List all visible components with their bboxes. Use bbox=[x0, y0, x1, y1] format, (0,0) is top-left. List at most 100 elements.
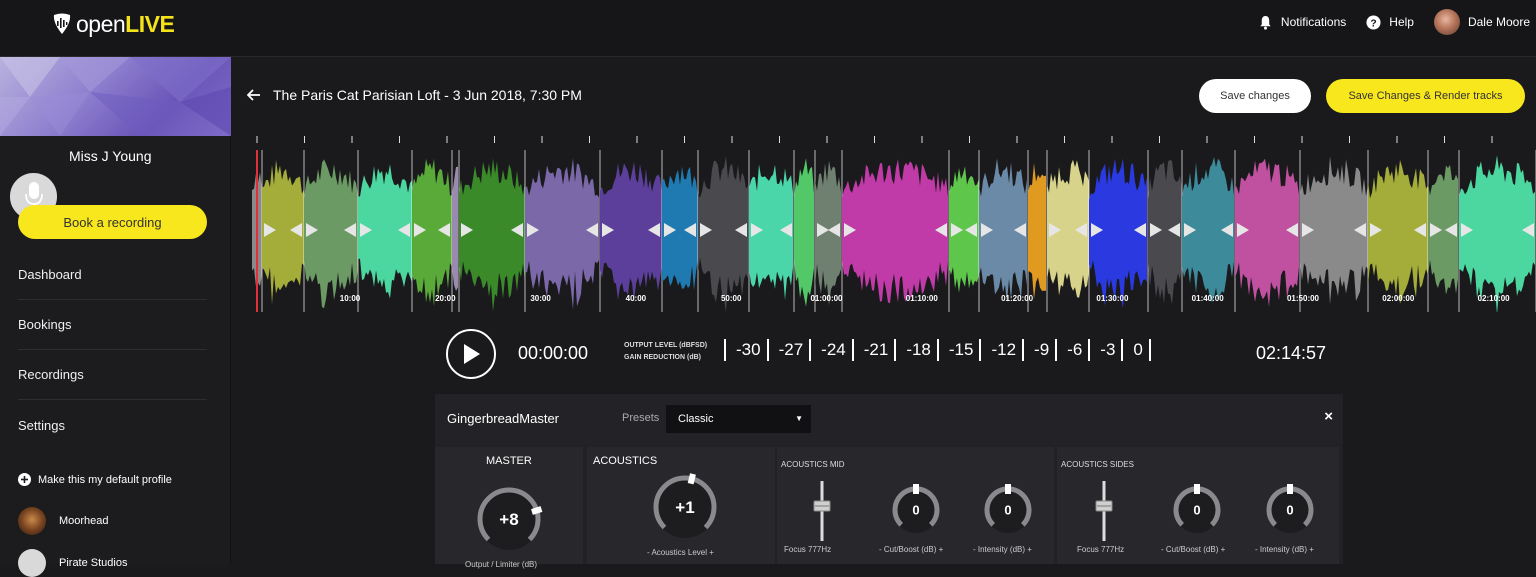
track-segment[interactable] bbox=[459, 158, 525, 312]
track-segment[interactable] bbox=[842, 159, 948, 304]
top-bar: openLIVE Notifications ? Help Dale Moore bbox=[0, 0, 1536, 57]
track-segment[interactable] bbox=[1047, 159, 1089, 298]
track-segment[interactable] bbox=[749, 164, 793, 301]
track-segment[interactable] bbox=[662, 166, 698, 291]
logo-pick-icon bbox=[53, 13, 71, 34]
gain-reduction-label: GAIN REDUCTION (dB) bbox=[624, 354, 701, 361]
acoustics-sides-intensity-knob[interactable]: 0 bbox=[1262, 482, 1318, 538]
presets-select[interactable]: Classic ▼ bbox=[666, 405, 811, 433]
save-render-button[interactable]: Save Changes & Render tracks bbox=[1326, 79, 1525, 113]
track-segment[interactable] bbox=[1089, 158, 1147, 309]
knob-indicator bbox=[913, 484, 919, 494]
acoustics-sides-focus-slider[interactable] bbox=[1093, 479, 1115, 543]
profile-banner bbox=[0, 57, 231, 136]
notifications-link[interactable]: Notifications bbox=[1258, 15, 1346, 30]
meter-labels: OUTPUT LEVEL (dBFSD) GAIN REDUCTION (dB) bbox=[624, 340, 707, 364]
master-caption: Output / Limiter (dB) bbox=[465, 560, 538, 569]
save-changes-button[interactable]: Save changes bbox=[1199, 79, 1311, 113]
track-segment[interactable] bbox=[1368, 160, 1428, 304]
profile-name: Miss J Young bbox=[69, 148, 152, 164]
sidebar: Miss J Young Book a recording Dashboard … bbox=[0, 57, 231, 577]
profile-switch-pirate-studios[interactable]: Pirate Studios bbox=[18, 549, 127, 577]
timeline-label: 01:40:00 bbox=[1192, 294, 1225, 303]
track-segment[interactable] bbox=[1028, 163, 1046, 300]
user-menu[interactable]: Dale Moore bbox=[1433, 9, 1530, 35]
plugin-panel: GingerbreadMaster Presets Classic ▼ × MA… bbox=[435, 394, 1343, 569]
acoustics-sides-focus-caption: Focus 777Hz bbox=[1077, 545, 1125, 554]
default-profile-link[interactable]: Make this my default profile bbox=[18, 473, 172, 486]
meter-tick: -3 bbox=[1096, 339, 1124, 361]
track-segment[interactable] bbox=[304, 159, 358, 309]
master-output-knob[interactable]: +8 bbox=[473, 483, 545, 555]
master-title: MASTER bbox=[486, 455, 532, 467]
acoustics-mid-intensity-caption: - Intensity (dB) + bbox=[973, 545, 1032, 554]
user-name: Dale Moore bbox=[1467, 15, 1530, 29]
multitrack-waveform[interactable]: 10:00 20:00 30:00 40:00 50:00 01:00:00 01:10:0… bbox=[252, 136, 1536, 312]
track-segment[interactable] bbox=[1148, 159, 1182, 305]
meter-tick: -15 bbox=[945, 339, 982, 361]
acoustics-sides-cut-caption: - Cut/Boost (dB) + bbox=[1161, 545, 1226, 554]
timeline-label: 01:50:00 bbox=[1287, 294, 1320, 303]
track-segment[interactable] bbox=[1428, 164, 1458, 295]
acoustics-mid-focus-slider[interactable] bbox=[811, 479, 833, 543]
acoustics-sides-cut-knob[interactable]: 0 bbox=[1169, 482, 1225, 538]
track-segment[interactable] bbox=[1182, 157, 1234, 303]
timeline-label: 20:00 bbox=[435, 294, 456, 303]
acoustics-mid-cut-knob[interactable]: 0 bbox=[888, 482, 944, 538]
plus-circle-icon bbox=[18, 473, 31, 486]
recording-title: The Paris Cat Parisian Loft - 3 Jun 2018… bbox=[273, 87, 582, 103]
plugin-header: GingerbreadMaster Presets Classic ▼ × bbox=[435, 394, 1343, 444]
bell-icon bbox=[1260, 15, 1271, 30]
track-segment[interactable] bbox=[600, 161, 662, 303]
pirate-studios-label: Pirate Studios bbox=[59, 557, 128, 569]
track-segment[interactable] bbox=[262, 159, 304, 305]
close-icon[interactable]: × bbox=[1324, 408, 1333, 425]
play-icon bbox=[464, 344, 480, 364]
track-segment[interactable] bbox=[1300, 156, 1368, 305]
knob-value: +8 bbox=[499, 510, 518, 529]
acoustics-mid-intensity-knob[interactable]: 0 bbox=[980, 482, 1036, 538]
openlive-logo[interactable]: openLIVE bbox=[52, 10, 175, 38]
acoustics-sides-intensity-caption: - Intensity (dB) + bbox=[1255, 545, 1314, 554]
track-segment[interactable] bbox=[1235, 158, 1299, 307]
back-arrow-icon[interactable] bbox=[247, 89, 261, 101]
play-button[interactable] bbox=[446, 329, 496, 379]
sidebar-item-dashboard[interactable]: Dashboard bbox=[18, 250, 207, 300]
level-meter: -30 -27 -24 -21 -18 -15 -12 -9 -6 -3 0 bbox=[724, 339, 1157, 361]
acoustics-level-knob[interactable]: +1 bbox=[649, 471, 721, 543]
track-segment[interactable] bbox=[358, 164, 412, 299]
acoustics-sides-title: ACOUSTICS SIDES bbox=[1061, 460, 1134, 469]
track-segment[interactable] bbox=[794, 158, 814, 307]
acoustics-mid-cut-caption: - Cut/Boost (dB) + bbox=[879, 545, 944, 554]
track-segment[interactable] bbox=[815, 160, 841, 306]
pirate-studios-avatar bbox=[18, 549, 46, 577]
master-section: MASTER +8 Output / Limiter (dB) bbox=[435, 447, 583, 569]
track-segment[interactable] bbox=[452, 166, 458, 291]
book-recording-button[interactable]: Book a recording bbox=[18, 205, 207, 239]
track-segment[interactable] bbox=[979, 158, 1027, 303]
timeline-label: 02:00:00 bbox=[1382, 294, 1415, 303]
sidebar-item-recordings[interactable]: Recordings bbox=[18, 350, 207, 400]
track-segment[interactable] bbox=[525, 158, 599, 310]
knob-value: 0 bbox=[1286, 503, 1293, 518]
track-segment[interactable] bbox=[1459, 155, 1535, 312]
profile-switch-moorhead[interactable]: Moorhead bbox=[18, 507, 109, 535]
knob-value: 0 bbox=[1004, 503, 1011, 518]
track-segment[interactable] bbox=[698, 156, 748, 312]
total-time: 02:14:57 bbox=[1256, 343, 1327, 363]
help-link[interactable]: ? Help bbox=[1366, 14, 1414, 30]
acoustics-mid-focus-caption: Focus 777Hz bbox=[784, 545, 832, 554]
meter-tick: -9 bbox=[1030, 339, 1058, 361]
chevron-down-icon: ▼ bbox=[795, 414, 803, 423]
moorhead-label: Moorhead bbox=[59, 515, 109, 527]
knob-value: +1 bbox=[675, 498, 694, 517]
timeline-label: 40:00 bbox=[626, 294, 647, 303]
timeline-label: 01:10:00 bbox=[906, 294, 939, 303]
track-segment[interactable] bbox=[949, 166, 979, 293]
meter-tick: -24 bbox=[817, 339, 854, 361]
recording-header: The Paris Cat Parisian Loft - 3 Jun 2018… bbox=[231, 57, 1536, 135]
sidebar-item-settings[interactable]: Settings bbox=[18, 400, 207, 450]
track-segment[interactable] bbox=[412, 158, 452, 307]
sidebar-item-bookings[interactable]: Bookings bbox=[18, 300, 207, 350]
transport-bar: 00:00:00 OUTPUT LEVEL (dBFSD) GAIN REDUC… bbox=[446, 326, 1346, 382]
